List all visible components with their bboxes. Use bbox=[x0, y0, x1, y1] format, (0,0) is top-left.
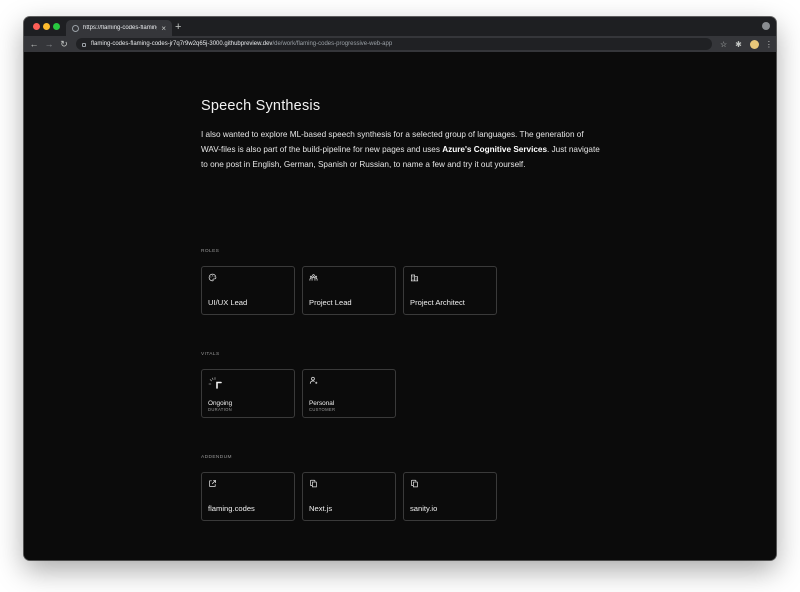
reload-icon[interactable]: ↻ bbox=[58, 39, 70, 50]
progress-icon bbox=[208, 377, 222, 389]
vital-label-customer: Personal bbox=[309, 400, 335, 407]
user-icon bbox=[309, 376, 318, 384]
copy-icon bbox=[411, 479, 418, 488]
menu-kebab-icon[interactable]: ⋮ bbox=[765, 40, 773, 49]
role-label-project-architect: Project Architect bbox=[410, 298, 465, 307]
vital-card-duration: Ongoing DURATION bbox=[201, 369, 295, 418]
vital-card-customer: Personal CUSTOMER bbox=[302, 369, 396, 418]
addendum-card-flaming-codes[interactable]: flaming.codes bbox=[201, 472, 295, 521]
browser-tab[interactable]: https://flaming-codes-flaming × bbox=[66, 20, 172, 36]
address-bar[interactable]: flaming-codes-flaming-codes-jr7q7r9w2q65… bbox=[76, 38, 712, 50]
section-paragraph: I also wanted to explore ML-based speech… bbox=[201, 128, 601, 172]
maximize-window-button[interactable] bbox=[53, 23, 60, 30]
clipped-previous-text bbox=[254, 52, 514, 55]
copy-icon bbox=[310, 479, 317, 488]
url-host: flaming-codes-flaming-codes-jr7q7r9w2q65… bbox=[91, 41, 273, 47]
bookmark-star-icon[interactable]: ☆ bbox=[720, 40, 727, 49]
browser-toolbar: ← → ↻ flaming-codes-flaming-codes-jr7q7r… bbox=[24, 36, 776, 52]
close-tab-icon[interactable]: × bbox=[161, 24, 166, 33]
url-path: /de/work/flaming-codes-progressive-web-a… bbox=[272, 41, 393, 47]
external-link-icon bbox=[209, 480, 216, 487]
chrome-account-icon[interactable] bbox=[762, 22, 770, 30]
vital-label-duration: Ongoing bbox=[208, 400, 233, 407]
role-card-project-architect: Project Architect bbox=[403, 266, 497, 315]
page-content: Speech Synthesis I also wanted to explor… bbox=[24, 52, 776, 560]
addendum-label-nextjs: Next.js bbox=[309, 504, 333, 513]
tab-strip: https://flaming-codes-flaming × + bbox=[24, 17, 776, 36]
extensions-puzzle-icon[interactable]: ✱ bbox=[735, 40, 742, 49]
profile-avatar[interactable] bbox=[749, 39, 759, 49]
vital-sub-customer: CUSTOMER bbox=[309, 407, 336, 412]
team-icon bbox=[309, 274, 318, 281]
role-label-project-lead: Project Lead bbox=[309, 298, 352, 307]
close-window-button[interactable] bbox=[33, 23, 40, 30]
role-card-uiux: UI/UX Lead bbox=[201, 266, 295, 315]
roles-label: ROLES bbox=[201, 249, 220, 254]
addendum-label-flaming-codes: flaming.codes bbox=[208, 504, 255, 513]
new-tab-button[interactable]: + bbox=[175, 20, 181, 34]
palette-icon bbox=[208, 273, 217, 282]
section-heading: Speech Synthesis bbox=[201, 98, 321, 114]
vitals-label: VITALS bbox=[201, 352, 220, 357]
addendum-card-nextjs[interactable]: Next.js bbox=[302, 472, 396, 521]
role-label-uiux: UI/UX Lead bbox=[208, 298, 248, 307]
building-icon bbox=[410, 274, 419, 282]
browser-window: https://flaming-codes-flaming × + ← → ↻ … bbox=[24, 17, 776, 560]
forward-arrow-icon[interactable]: → bbox=[43, 39, 55, 49]
addendum-label-sanity: sanity.io bbox=[410, 504, 438, 513]
back-arrow-icon[interactable]: ← bbox=[28, 39, 40, 49]
paragraph-bold-text: Azure's Cognitive Services bbox=[442, 144, 548, 154]
addendum-label: ADDENDUM bbox=[201, 455, 232, 460]
role-card-project-lead: Project Lead bbox=[302, 266, 396, 315]
favicon-icon bbox=[72, 24, 79, 32]
lock-icon bbox=[82, 43, 86, 47]
tab-title: https://flaming-codes-flaming bbox=[83, 25, 158, 31]
minimize-window-button[interactable] bbox=[43, 23, 50, 30]
vital-sub-duration: DURATION bbox=[208, 407, 232, 412]
addendum-card-sanity[interactable]: sanity.io bbox=[403, 472, 497, 521]
